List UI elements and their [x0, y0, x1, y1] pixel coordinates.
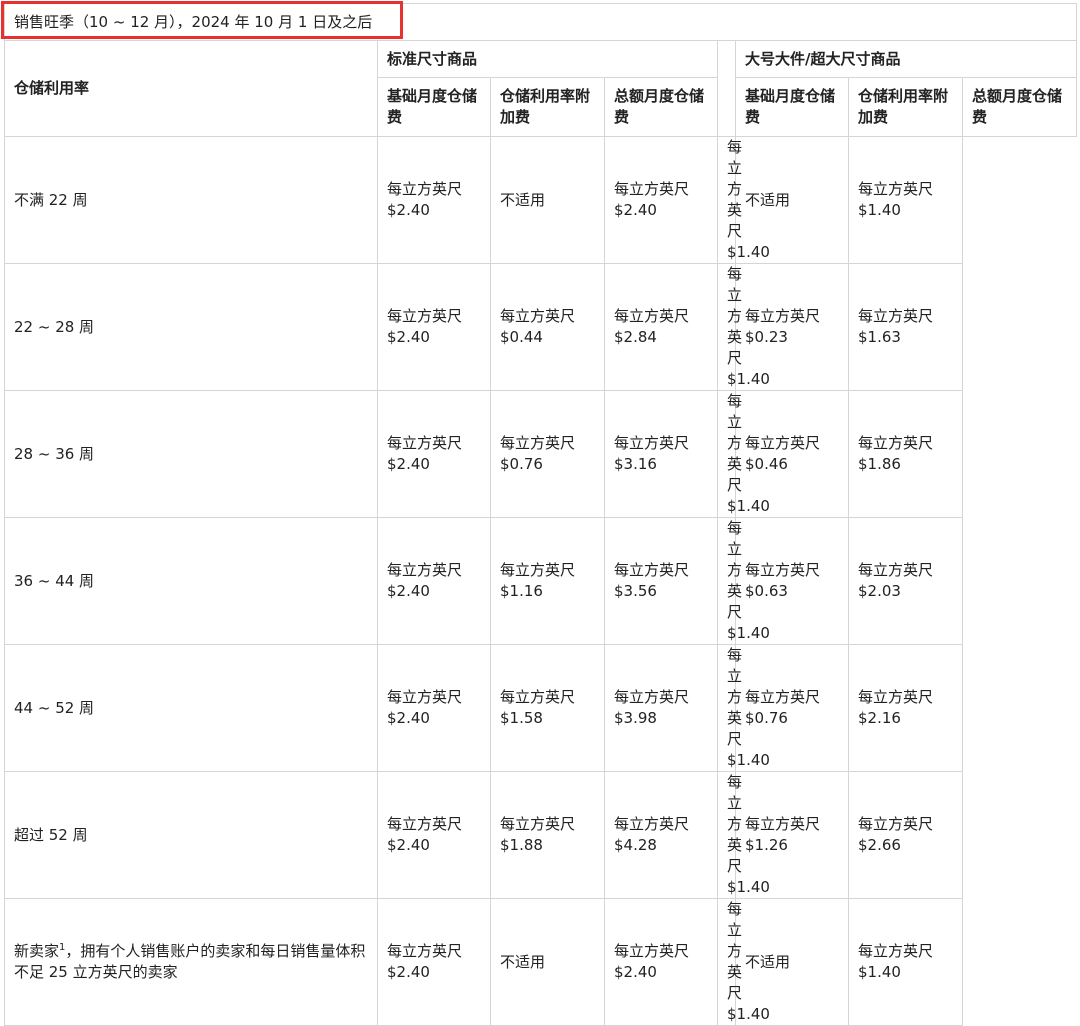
- cell-ov-surcharge: 每立方英尺 $1.26: [735, 771, 849, 899]
- table-row: 36 ~ 44 周每立方英尺 $2.40 每立方英尺 $1.16 每立方英尺 $3.56 每…: [4, 517, 1077, 645]
- cell-std-surcharge: 每立方英尺 $1.58: [490, 644, 605, 772]
- table-title: 销售旺季（10 ~ 12 月），2024 年 10 月 1 日及之后: [14, 12, 373, 31]
- table-row: 超过 52 周每立方英尺 $2.40 每立方英尺 $1.88 每立方英尺 $4.28 每立方…: [4, 771, 1077, 899]
- cell-ov-base: 每立方英尺 $1.40: [717, 263, 770, 391]
- cell-std-surcharge: 每立方英尺 $0.76: [490, 390, 605, 518]
- cell-ov-total: 每立方英尺 $1.86: [848, 390, 963, 518]
- group-header-standard: 标准尺寸商品: [377, 40, 718, 78]
- cell-ov-surcharge: 每立方英尺 $0.76: [735, 644, 849, 772]
- cell-ov-total: 每立方英尺 $1.63: [848, 263, 963, 391]
- row-label: 22 ~ 28 周: [4, 263, 378, 391]
- group-spacer: [717, 40, 736, 137]
- new-seller-std-surcharge: 不适用: [490, 898, 605, 1026]
- new-seller-label: 新卖家1，拥有个人销售账户的卖家和每日销售量体积不足 25 立方英尺的卖家: [4, 898, 378, 1026]
- new-seller-ov-surcharge: 不适用: [735, 898, 849, 1026]
- storage-fee-table: 销售旺季（10 ~ 12 月），2024 年 10 月 1 日及之后 仓储利用率…: [1, 1, 1078, 1026]
- new-seller-std-base: 每立方英尺 $2.40: [377, 898, 491, 1026]
- cell-ov-base: 每立方英尺 $1.40: [717, 390, 770, 518]
- cell-std-base: 每立方英尺 $2.40: [377, 771, 491, 899]
- table-row: 不满 22 周每立方英尺 $2.40 不适用 每立方英尺 $2.40 每立方英尺 $1.40…: [4, 136, 1077, 264]
- new-seller-std-total: 每立方英尺 $2.40: [604, 898, 718, 1026]
- table-body: 不满 22 周每立方英尺 $2.40 不适用 每立方英尺 $2.40 每立方英尺 $1.40…: [4, 136, 1077, 899]
- cell-std-surcharge: 每立方英尺 $1.88: [490, 771, 605, 899]
- cell-ov-base: 每立方英尺 $1.40: [717, 771, 770, 899]
- col-header-std-base: 基础月度仓储费: [377, 77, 491, 137]
- group-header-oversize: 大号大件/超大尺寸商品: [734, 40, 1078, 78]
- table-row: 44 ~ 52 周每立方英尺 $2.40 每立方英尺 $1.58 每立方英尺 $3.98 每…: [4, 644, 1077, 772]
- cell-std-base: 每立方英尺 $2.40: [377, 390, 491, 518]
- table-row: 28 ~ 36 周每立方英尺 $2.40 每立方英尺 $0.76 每立方英尺 $3.16 每…: [4, 390, 1077, 518]
- row-label: 44 ~ 52 周: [4, 644, 378, 772]
- cell-ov-total: 每立方英尺 $2.16: [848, 644, 963, 772]
- cell-std-surcharge: 每立方英尺 $0.44: [490, 263, 605, 391]
- new-seller-ov-base: 每立方英尺 $1.40: [717, 898, 770, 1026]
- cell-std-total: 每立方英尺 $2.40: [604, 136, 718, 264]
- cell-std-total: 每立方英尺 $2.84: [604, 263, 718, 391]
- table-title-cell: 销售旺季（10 ~ 12 月），2024 年 10 月 1 日及之后: [1, 1, 1078, 41]
- row-header-utilization: 仓储利用率: [4, 40, 378, 137]
- cell-std-base: 每立方英尺 $2.40: [377, 263, 491, 391]
- fee-table-screenshot: 销售旺季（10 ~ 12 月），2024 年 10 月 1 日及之后 仓储利用率…: [0, 0, 1080, 1026]
- cell-std-surcharge: 不适用: [490, 136, 605, 264]
- row-label: 超过 52 周: [4, 771, 378, 899]
- row-label: 不满 22 周: [4, 136, 378, 264]
- cell-std-base: 每立方英尺 $2.40: [377, 517, 491, 645]
- cell-std-total: 每立方英尺 $3.98: [604, 644, 718, 772]
- cell-ov-total: 每立方英尺 $2.03: [848, 517, 963, 645]
- col-header-ov-base: 基础月度仓储费: [735, 77, 849, 137]
- col-header-std-surcharge: 仓储利用率附加费: [490, 77, 605, 137]
- cell-ov-base: 每立方英尺 $1.40: [717, 136, 770, 264]
- cell-ov-base: 每立方英尺 $1.40: [717, 644, 770, 772]
- cell-std-total: 每立方英尺 $4.28: [604, 771, 718, 899]
- table-row: 22 ~ 28 周每立方英尺 $2.40 每立方英尺 $0.44 每立方英尺 $2.84 每…: [4, 263, 1077, 391]
- cell-ov-base: 每立方英尺 $1.40: [717, 517, 770, 645]
- col-header-std-total: 总额月度仓储费: [604, 77, 718, 137]
- cell-ov-total: 每立方英尺 $1.40: [848, 136, 963, 264]
- row-label: 28 ~ 36 周: [4, 390, 378, 518]
- cell-std-total: 每立方英尺 $3.56: [604, 517, 718, 645]
- col-header-ov-total: 总额月度仓储费: [961, 77, 1078, 137]
- cell-std-total: 每立方英尺 $3.16: [604, 390, 718, 518]
- col-header-ov-surcharge: 仓储利用率附加费: [848, 77, 963, 137]
- cell-ov-surcharge: 每立方英尺 $0.63: [735, 517, 849, 645]
- row-label: 36 ~ 44 周: [4, 517, 378, 645]
- cell-std-base: 每立方英尺 $2.40: [377, 136, 491, 264]
- cell-std-surcharge: 每立方英尺 $1.16: [490, 517, 605, 645]
- new-seller-ov-total: 每立方英尺 $1.40: [848, 898, 963, 1026]
- cell-ov-total: 每立方英尺 $2.66: [848, 771, 963, 899]
- table-row-new-seller: 新卖家1，拥有个人销售账户的卖家和每日销售量体积不足 25 立方英尺的卖家 每立…: [4, 898, 1077, 1026]
- cell-std-base: 每立方英尺 $2.40: [377, 644, 491, 772]
